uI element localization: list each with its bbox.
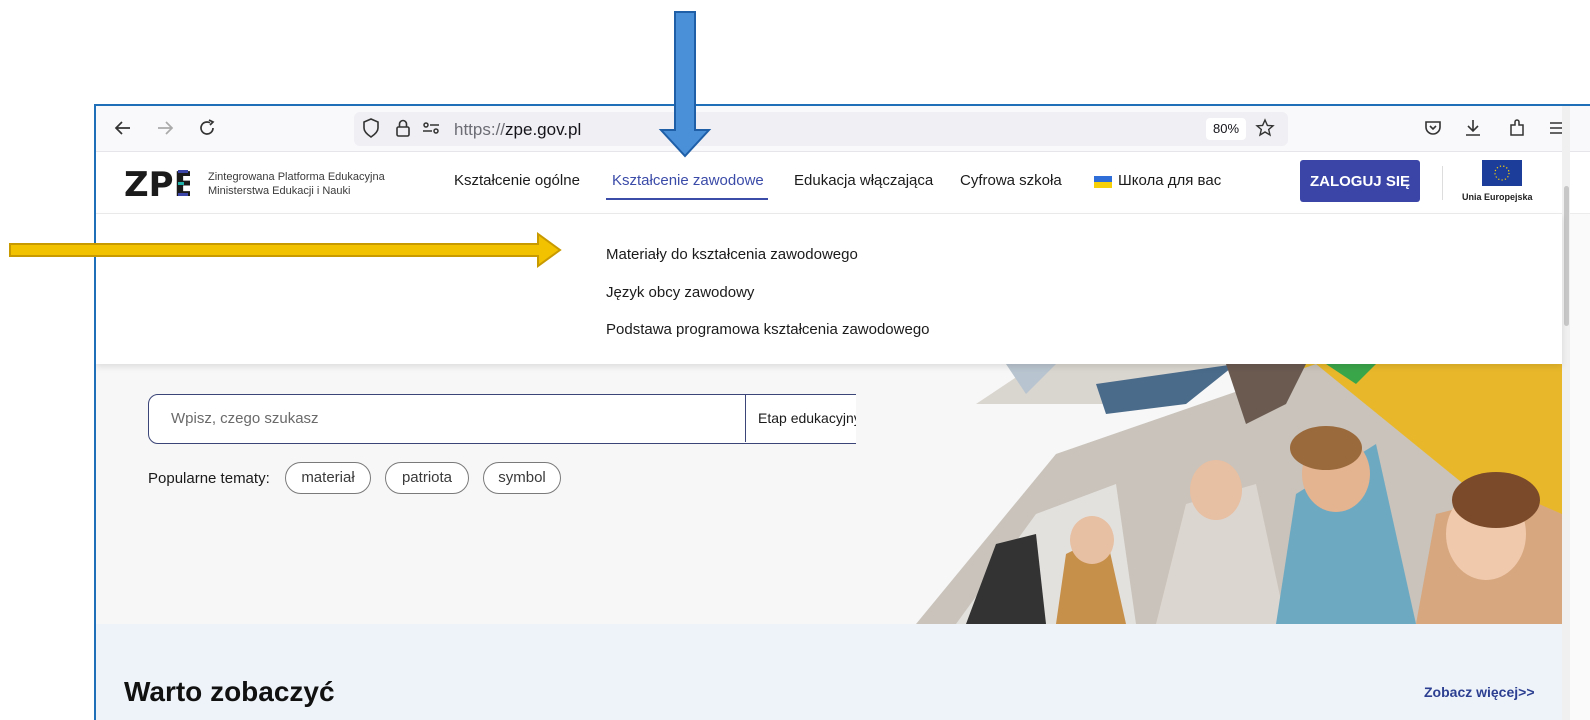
lock-icon[interactable] — [392, 117, 414, 139]
topic-chip-material[interactable]: materiał — [285, 462, 371, 494]
topic-chip-symbol[interactable]: symbol — [483, 462, 561, 494]
zpe-logo[interactable]: ZPE — [124, 166, 190, 202]
dropdown-item-materialy[interactable]: Materiały do kształcenia zawodowego — [606, 246, 858, 263]
site-header: ZPE Zintegrowana Platforma Edukacyjna Mi… — [96, 152, 1590, 214]
browser-window: https://zpe.gov.pl 80% ZPE Zintegrowana … — [94, 104, 1590, 720]
site-permissions-icon[interactable] — [420, 117, 442, 139]
annotation-arrow-down — [658, 11, 712, 158]
worth-seeing-section: Warto zobaczyć Zobacz więcej>> — [96, 624, 1562, 720]
back-arrow-icon[interactable] — [112, 117, 134, 139]
eu-flag-icon[interactable] — [1482, 160, 1522, 186]
zoom-level-badge[interactable]: 80% — [1206, 118, 1246, 140]
bookmark-star-icon[interactable] — [1254, 117, 1276, 139]
download-icon[interactable] — [1462, 117, 1484, 139]
logo-caption-line2: Ministerstwa Edukacji i Nauki — [208, 185, 351, 197]
browser-toolbar: https://zpe.gov.pl 80% — [96, 106, 1590, 152]
hero-illustration-children — [856, 364, 1562, 624]
url-text[interactable]: https://zpe.gov.pl — [454, 120, 581, 140]
search-input[interactable] — [149, 395, 744, 442]
reload-icon[interactable] — [196, 117, 218, 139]
forward-arrow-icon[interactable] — [154, 117, 176, 139]
hero-section: Etap edukacyjny Popularne tematy: materi… — [96, 364, 1562, 624]
pocket-icon[interactable] — [1422, 117, 1444, 139]
education-stage-label: Etap edukacyjny — [758, 410, 861, 426]
shield-icon[interactable] — [360, 117, 382, 139]
header-divider — [1442, 166, 1443, 200]
nav-cyfrowa-szkola[interactable]: Cyfrowa szkoła — [960, 172, 1062, 189]
nav-ksztalcenie-ogolne[interactable]: Kształcenie ogólne — [454, 172, 580, 189]
address-bar[interactable]: https://zpe.gov.pl 80% — [354, 112, 1288, 146]
login-button[interactable]: ZALOGUJ SIĘ — [1300, 160, 1420, 202]
nav-shkola-dlya-vas[interactable]: Школа для вас — [1118, 172, 1221, 189]
popular-topics-label: Popularne tematy: — [148, 470, 270, 487]
nav-active-underline — [606, 198, 768, 200]
topic-chip-patriota[interactable]: patriota — [385, 462, 469, 494]
annotation-arrow-right — [9, 232, 562, 268]
ukraine-flag-icon — [1094, 176, 1112, 188]
nav-edukacja-wlaczajaca[interactable]: Edukacja włączająca — [794, 172, 933, 189]
logo-caption: Zintegrowana Platforma Edukacyjna Minist… — [208, 170, 385, 198]
dropdown-item-podstawa-programowa[interactable]: Podstawa programowa kształcenia zawodowe… — [606, 321, 930, 338]
eu-label: Unia Europejska — [1462, 192, 1533, 202]
extensions-icon[interactable] — [1506, 117, 1528, 139]
see-more-link[interactable]: Zobacz więcej>> — [1424, 684, 1535, 700]
nav-ksztalcenie-zawodowe[interactable]: Kształcenie zawodowe — [612, 172, 764, 189]
logo-caption-line1: Zintegrowana Platforma Edukacyjna — [208, 171, 385, 183]
section-title: Warto zobaczyć — [124, 676, 335, 707]
dropdown-item-jezyk-obcy[interactable]: Język obcy zawodowy — [606, 284, 754, 301]
screenshot-page: https://zpe.gov.pl 80% ZPE Zintegrowana … — [0, 0, 1590, 720]
scrollbar-thumb[interactable] — [1564, 186, 1569, 326]
